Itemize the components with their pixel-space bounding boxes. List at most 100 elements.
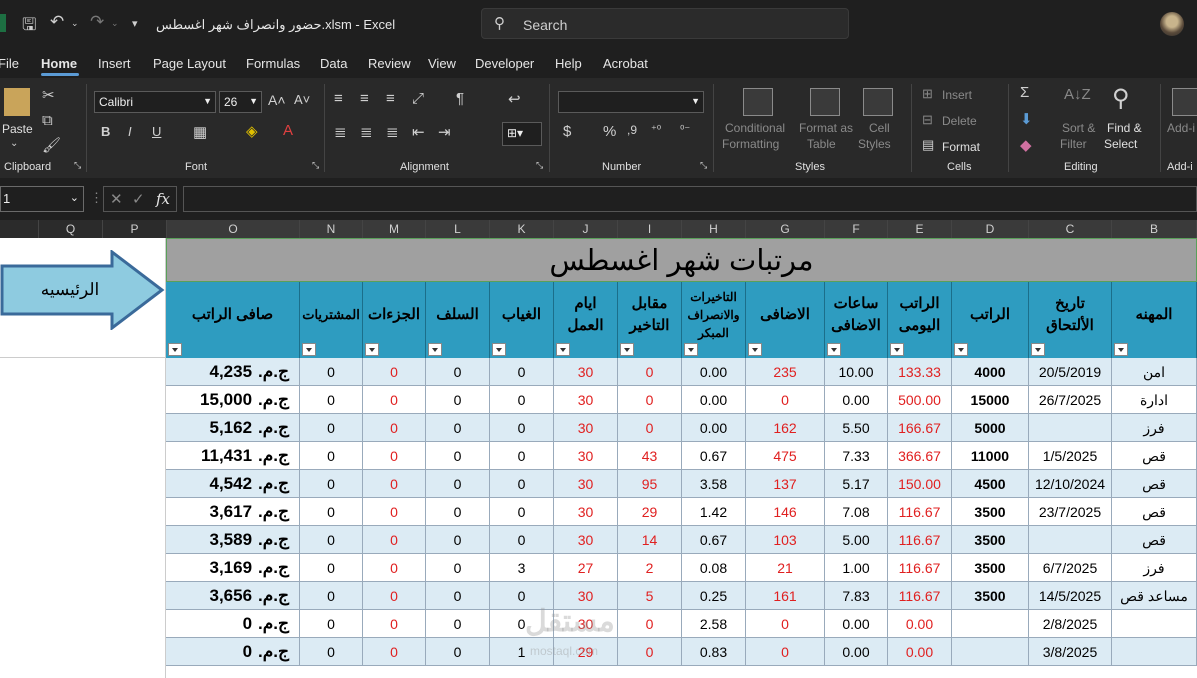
cell-styles-label-2[interactable]: Styles xyxy=(858,137,891,151)
cell-salary[interactable]: 15000 xyxy=(952,386,1029,414)
cell-late-pay[interactable]: 14 xyxy=(618,526,682,554)
customize-toolbar-icon[interactable]: ▾ xyxy=(132,17,138,30)
increase-font-icon[interactable]: A˄ xyxy=(268,92,286,108)
cell-daily[interactable]: 366.67 xyxy=(888,442,952,470)
font-size-select[interactable]: 26 ▼ xyxy=(219,91,262,113)
user-avatar[interactable] xyxy=(1160,12,1184,36)
filter-dropdown-button[interactable] xyxy=(620,343,634,356)
copy-icon[interactable]: ⧉ xyxy=(42,112,53,129)
fill-icon[interactable]: ⬇ xyxy=(1020,110,1033,128)
cell-advances[interactable]: 0 xyxy=(426,582,490,610)
undo-dropdown-icon[interactable]: ⌄ xyxy=(71,18,79,29)
cell-late-hours[interactable]: 0.00 xyxy=(682,414,746,442)
paste-dropdown-icon[interactable]: ⌄ xyxy=(10,138,18,149)
redo-icon[interactable]: ↷ xyxy=(90,12,104,32)
find-select-label-2[interactable]: Select xyxy=(1104,137,1137,151)
enter-icon[interactable]: ✓ xyxy=(132,190,145,208)
cell-penalties[interactable]: 0 xyxy=(363,414,426,442)
name-box[interactable]: 1 ⌄ xyxy=(0,186,84,212)
tab-review[interactable]: Review xyxy=(368,56,411,71)
cell-absence[interactable]: 0 xyxy=(490,498,554,526)
cell-daily[interactable]: 116.67 xyxy=(888,498,952,526)
cell-join-date[interactable]: 1/5/2025 xyxy=(1029,442,1112,470)
cell-extra[interactable]: 146 xyxy=(746,498,825,526)
cell-absence[interactable]: 3 xyxy=(490,554,554,582)
cell-salary[interactable]: 4500 xyxy=(952,470,1029,498)
cell-extra-hours[interactable]: 7.83 xyxy=(825,582,888,610)
comma-style-icon[interactable]: ,9 xyxy=(627,123,637,137)
cell-late-pay[interactable]: 0 xyxy=(618,358,682,386)
borders-icon[interactable]: ▦ xyxy=(193,123,207,141)
cell-penalties[interactable]: 0 xyxy=(363,358,426,386)
cell-salary[interactable] xyxy=(952,610,1029,638)
cell-job[interactable]: مساعد قص xyxy=(1112,582,1197,610)
increase-decimal-icon[interactable]: ⁺⁰ xyxy=(651,123,661,136)
cell-advances[interactable]: 0 xyxy=(426,414,490,442)
cell-advances[interactable]: 0 xyxy=(426,498,490,526)
cell-job[interactable]: امن xyxy=(1112,358,1197,386)
tab-view[interactable]: View xyxy=(428,56,456,71)
font-color-icon[interactable]: A xyxy=(283,122,293,139)
delete-cells-label[interactable]: Delete xyxy=(942,114,977,128)
cell-net[interactable]: ج.م. 4,542 xyxy=(166,470,300,498)
cut-icon[interactable]: ✂ xyxy=(42,86,55,104)
cell-advances[interactable]: 0 xyxy=(426,442,490,470)
cell-net[interactable]: ج.م. 15,000 xyxy=(166,386,300,414)
tab-help[interactable]: Help xyxy=(555,56,582,71)
alignment-launcher-icon[interactable]: ⤡ xyxy=(536,160,543,171)
cell-advances[interactable]: 0 xyxy=(426,638,490,666)
cell-join-date[interactable]: 20/5/2019 xyxy=(1029,358,1112,386)
cell-late-pay[interactable]: 95 xyxy=(618,470,682,498)
cell-absence[interactable]: 0 xyxy=(490,526,554,554)
cell-join-date[interactable]: 2/8/2025 xyxy=(1029,610,1112,638)
autosum-icon[interactable]: Σ xyxy=(1020,84,1029,101)
align-left-icon[interactable]: ≣ xyxy=(334,123,347,141)
filter-dropdown-button[interactable] xyxy=(890,343,904,356)
cell-net[interactable]: ج.م. 4,235 xyxy=(166,358,300,386)
cell-job[interactable] xyxy=(1112,610,1197,638)
cell-salary[interactable]: 3500 xyxy=(952,554,1029,582)
cell-purchases[interactable]: 0 xyxy=(300,442,363,470)
cell-daily[interactable]: 116.67 xyxy=(888,582,952,610)
percent-icon[interactable]: % xyxy=(603,123,616,140)
cell-styles-label-1[interactable]: Cell xyxy=(869,121,890,135)
cell-late-pay[interactable]: 0 xyxy=(618,638,682,666)
cell-net[interactable]: ج.م. 0 xyxy=(166,638,300,666)
column-header-o[interactable]: O xyxy=(167,220,300,238)
sort-filter-label-1[interactable]: Sort & xyxy=(1062,121,1095,135)
cell-penalties[interactable]: 0 xyxy=(363,610,426,638)
cell-extra[interactable]: 235 xyxy=(746,358,825,386)
cell-penalties[interactable]: 0 xyxy=(363,470,426,498)
cell-extra[interactable]: 161 xyxy=(746,582,825,610)
filter-dropdown-button[interactable] xyxy=(1031,343,1045,356)
wrap-text-icon[interactable]: ↩ xyxy=(508,90,521,108)
delete-cells-icon[interactable]: ⊟ xyxy=(922,112,933,128)
column-header-f[interactable]: F xyxy=(825,220,888,238)
undo-icon[interactable]: ↶ xyxy=(50,12,64,32)
cell-extra[interactable]: 475 xyxy=(746,442,825,470)
merge-center-button[interactable]: ⊞▾ xyxy=(502,122,542,146)
cell-late-hours[interactable]: 0.00 xyxy=(682,386,746,414)
filter-dropdown-button[interactable] xyxy=(827,343,841,356)
decrease-font-icon[interactable]: A˅ xyxy=(294,92,310,107)
cell-join-date[interactable] xyxy=(1029,526,1112,554)
conditional-formatting-icon[interactable] xyxy=(743,88,773,116)
sort-filter-icon[interactable]: A↓Z xyxy=(1064,86,1091,103)
insert-cells-icon[interactable]: ⊞ xyxy=(922,86,933,102)
cell-late-pay[interactable]: 43 xyxy=(618,442,682,470)
cell-job[interactable]: فرز xyxy=(1112,554,1197,582)
tab-data[interactable]: Data xyxy=(320,56,347,71)
column-header-p[interactable]: P xyxy=(103,220,167,238)
clipboard-launcher-icon[interactable]: ⤡ xyxy=(74,160,81,171)
font-name-select[interactable]: Calibri ▼ xyxy=(94,91,216,113)
cell-advances[interactable]: 0 xyxy=(426,526,490,554)
cell-salary[interactable]: 3500 xyxy=(952,498,1029,526)
cell-workdays[interactable]: 30 xyxy=(554,386,618,414)
cell-net[interactable]: ج.م. 3,656 xyxy=(166,582,300,610)
cell-salary[interactable]: 5000 xyxy=(952,414,1029,442)
format-as-table-icon[interactable] xyxy=(810,88,840,116)
cell-late-hours[interactable]: 3.58 xyxy=(682,470,746,498)
cell-workdays[interactable]: 30 xyxy=(554,526,618,554)
cell-daily[interactable]: 150.00 xyxy=(888,470,952,498)
cell-penalties[interactable]: 0 xyxy=(363,498,426,526)
